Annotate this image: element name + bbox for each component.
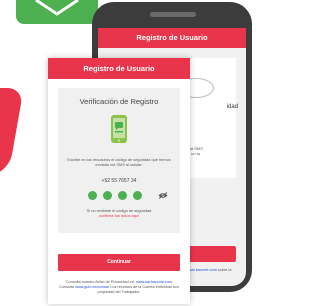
footer-mid: Consulta [59, 285, 75, 289]
verification-title: Verificación de Registro [79, 97, 159, 106]
continue-button[interactable]: Continuar [58, 254, 180, 271]
phone-number: +52 55 7657 34 [101, 178, 137, 184]
code-dot[interactable] [88, 191, 97, 200]
background-partial-label: idad [226, 104, 238, 110]
background-header-title: Registro de Usuario [98, 28, 246, 48]
footer-prefix: Consulta nuestro Aviso de Privacidad en: [65, 280, 135, 284]
phone-speaker [150, 12, 196, 17]
chevron-down-icon [35, 0, 79, 16]
code-dot[interactable] [133, 191, 142, 200]
code-dot[interactable] [118, 191, 127, 200]
decorative-red-shape [0, 88, 24, 176]
consar-link[interactable]: www.gob.mx/consar [75, 285, 109, 289]
footer-text: Consulta nuestro Aviso de Privacidad en:… [54, 280, 184, 295]
privacy-link[interactable]: www.sar.banorte.com [136, 280, 172, 284]
registration-card: Registro de Usuario Verificación de Regi… [48, 58, 190, 304]
sms-message-icon [111, 115, 127, 143]
eye-icon[interactable] [158, 192, 168, 199]
code-dot[interactable] [103, 191, 112, 200]
resend-text: Si no recibiste el código de seguridad c… [58, 208, 180, 218]
card-header-title: Registro de Usuario [48, 58, 190, 79]
verification-panel: Verificación de Registro Escribe en los … [58, 88, 180, 233]
top-chevron-banner [16, 0, 98, 24]
footer-rest: Los recursos de la Cuenta Individual son… [97, 285, 179, 294]
instruction-text: Escribe en los recuadros el código de se… [67, 157, 171, 167]
resend-link[interactable]: confirma tus datos aquí [58, 213, 180, 218]
